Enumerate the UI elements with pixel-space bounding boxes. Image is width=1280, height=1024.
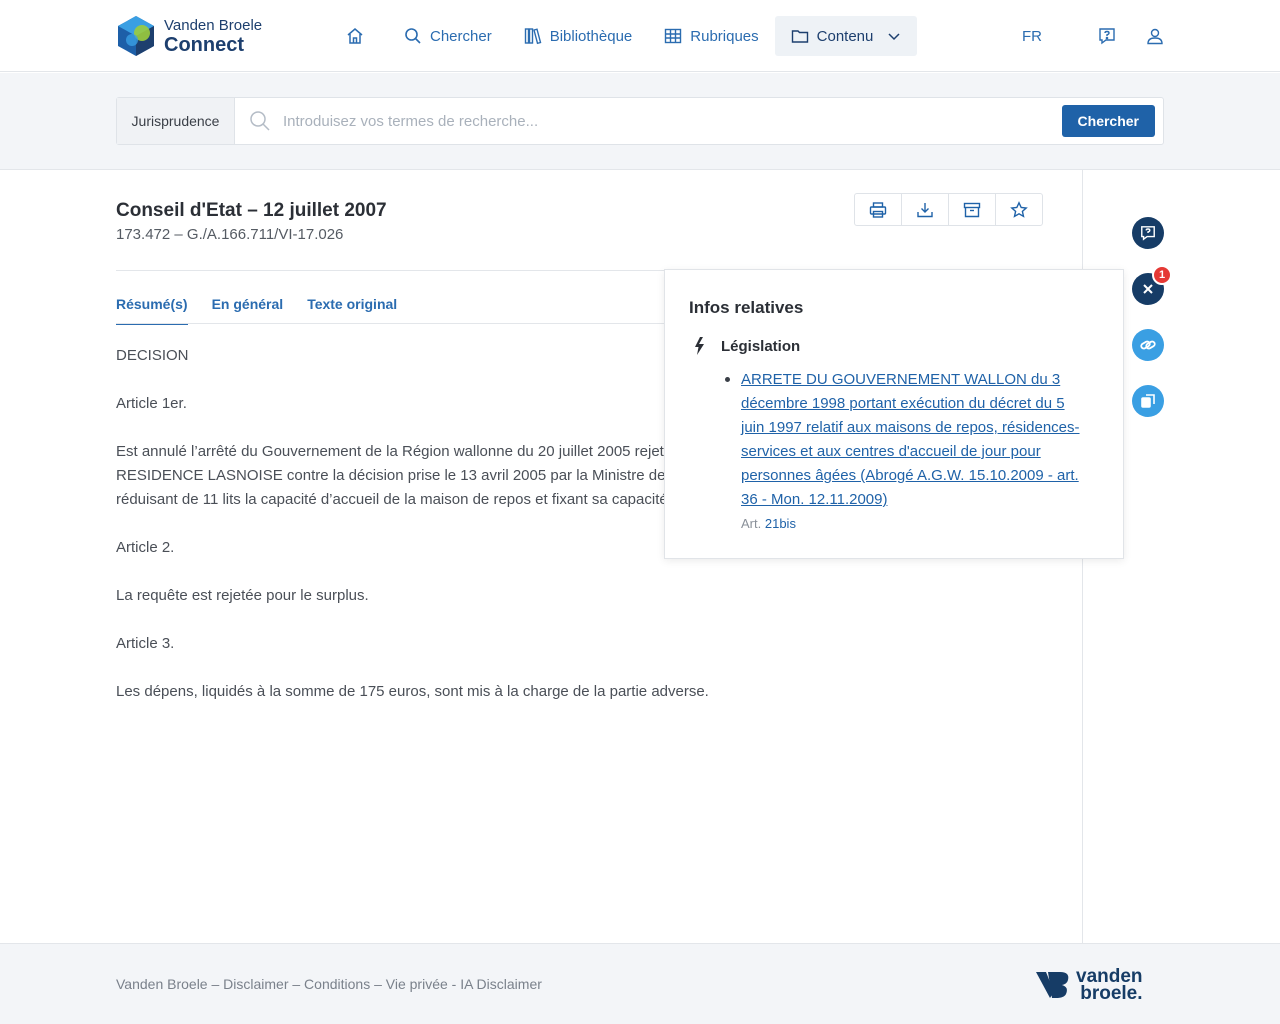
paragraph: Article 3. [116,635,175,652]
brand-logo[interactable]: Vanden Broele Connect [116,14,262,58]
favorite-button[interactable] [996,194,1042,225]
list-bullet [725,377,730,382]
paragraph: Article 1er. [116,395,187,412]
document-title: Conseil d'Etat – 12 juillet 2007 [116,200,387,221]
help-button[interactable] [1098,27,1116,45]
search-submit-button[interactable]: Chercher [1061,105,1155,137]
popup-title: Infos relatives [689,298,804,317]
tab-resumes[interactable]: Résumé(s) [116,296,188,325]
paragraph: Les dépens, liquidés à la somme de 175 e… [116,683,709,700]
page-footer: Vanden Broele – Disclaimer – Conditions … [0,943,1280,1024]
link-icon [1140,340,1156,350]
legislation-section-header: Législation [693,337,800,355]
copy-icon [1141,394,1155,408]
document-tabs: Résumé(s) En général Texte original [116,296,421,325]
footer-logo[interactable]: vanden broele. [1036,967,1143,1004]
download-icon [917,202,933,217]
search-icon [250,111,270,131]
legislation-link[interactable]: ARRETE DU GOUVERNEMENT WALLON du 3 décem… [741,368,1081,512]
search-icon [405,28,421,44]
brand-line1: Vanden Broele [164,16,263,34]
header-actions: FR [1022,16,1164,56]
document-reference: 173.472 – G./A.166.711/VI-17.026 [116,226,344,243]
paragraph: Est annulé l’arrêté du Gouvernement de l… [116,443,673,460]
article-label: Art. [741,516,762,531]
nav-rubriques-label: Rubriques [690,27,759,45]
rail-link-button[interactable] [1132,329,1164,361]
star-icon [1010,200,1028,218]
printer-icon [869,201,887,218]
nav-contenu[interactable]: Contenu [774,16,918,56]
nav-contenu-label: Contenu [816,27,874,45]
help-chat-icon [1099,28,1115,45]
vanden-broele-logo-icon [1036,972,1069,998]
library-icon [524,28,542,45]
print-button[interactable] [855,194,902,225]
rail-close-related-button[interactable]: 1 [1132,265,1172,305]
brand-line2: Connect [164,33,244,56]
rail-copy-button[interactable] [1132,385,1164,417]
main-nav: Chercher Bibliothèque Rubriques Contenu [330,16,918,56]
tab-en-general[interactable]: En général [212,296,284,325]
paragraph: DECISION [116,347,189,364]
footer-links[interactable]: Vanden Broele – Disclaimer – Conditions … [116,976,542,992]
account-button[interactable] [1146,27,1164,45]
legislation-section-label: Législation [721,337,801,355]
paragraph: RESIDENCE LASNOISE contre la décision pr… [116,467,696,484]
download-button[interactable] [902,194,949,225]
nav-library-label: Bibliothèque [549,27,633,45]
document-toolbar [854,193,1043,226]
search-box: Jurisprudence Chercher [116,97,1164,145]
paragraph: Article 2. [116,539,175,556]
rail-help-button[interactable] [1132,217,1164,249]
article-value[interactable]: 21bis [765,516,796,531]
search-scope-select[interactable]: Jurisprudence [117,98,235,144]
help-chat-icon [1141,226,1155,241]
paragraph-section-icon [695,337,704,355]
search-field-icon [249,110,271,132]
folder-icon [791,30,808,43]
nav-search[interactable]: Chercher [388,16,508,56]
nav-search-label: Chercher [430,27,492,45]
notification-badge: 1 [1152,265,1172,285]
search-band: Jurisprudence Chercher [0,73,1280,170]
nav-library[interactable]: Bibliothèque [508,16,649,56]
chevron-down-icon [888,33,900,41]
nav-rubriques[interactable]: Rubriques [648,16,774,56]
paragraph: réduisant de 11 lits la capacité d’accue… [116,491,668,508]
home-icon [347,28,363,44]
top-header: Vanden Broele Connect Chercher Bibliothè… [0,0,1280,72]
user-icon [1147,28,1163,45]
related-info-popup: Infos relatives Législation ARRETE DU GO… [664,269,1124,559]
search-input[interactable] [283,112,1043,130]
close-icon [1143,284,1153,294]
document-body: DECISION Article 1er. Est annulé l’arrêt… [116,344,716,728]
paragraph: La requête est rejetée pour le surplus. [116,587,369,604]
logo-hexagon-icon [116,14,156,58]
footer-logo-line2: broele. [1080,983,1143,1004]
article-reference: Art. 21bis [741,516,796,531]
archive-button[interactable] [949,194,996,225]
archive-box-icon [963,202,981,217]
tab-texte-original[interactable]: Texte original [307,296,397,325]
language-switch[interactable]: FR [1022,28,1042,45]
grid-icon [665,28,682,44]
tabs-underline [116,323,676,324]
nav-home[interactable] [330,16,388,56]
